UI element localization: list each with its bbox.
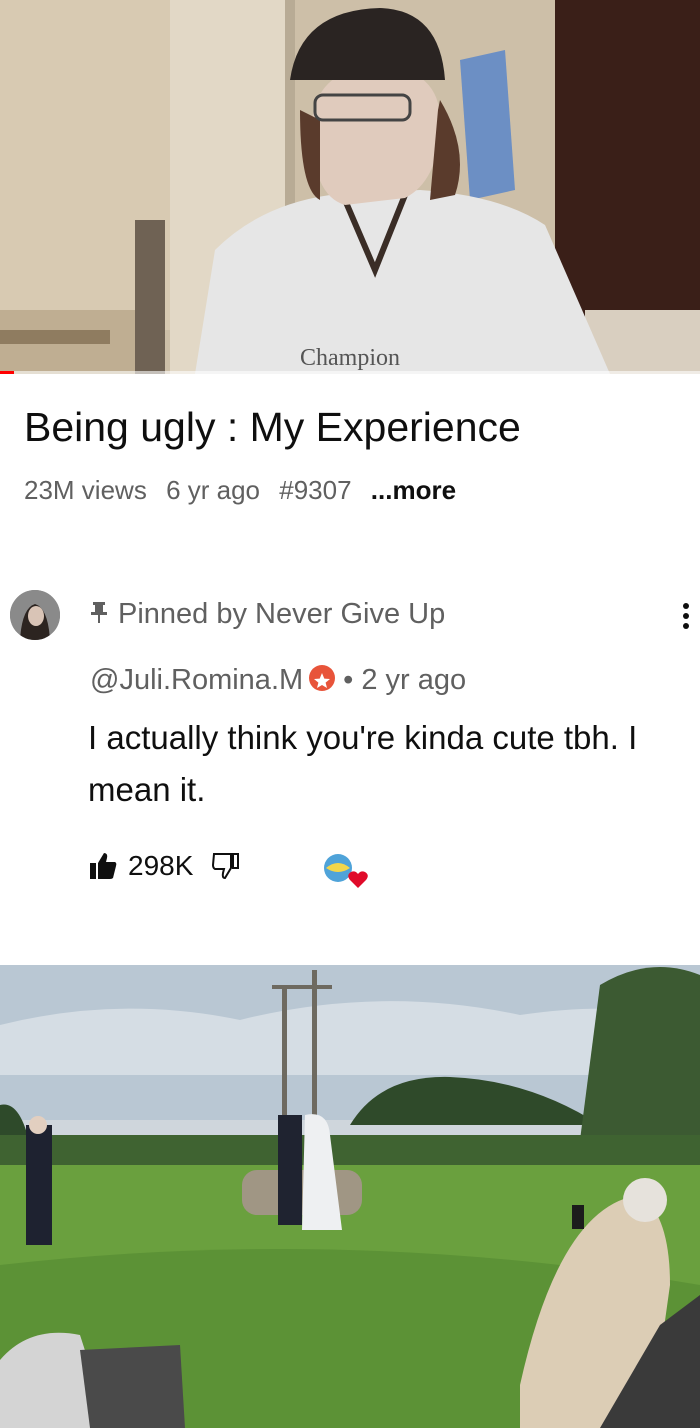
video-progress-bar[interactable] (0, 371, 700, 374)
pinned-label-row: Pinned by Never Give Up (90, 596, 445, 632)
trending-rank[interactable]: #9307 (279, 475, 351, 505)
comment-text: I actually think you're kinda cute tbh. … (88, 719, 638, 808)
svg-text:Champion: Champion (300, 345, 400, 371)
pin-icon (91, 602, 107, 623)
comment-author[interactable]: @Juli.Romina.M (90, 664, 303, 696)
pinned-label: Pinned by Never Give Up (118, 598, 446, 630)
member-badge-icon (309, 665, 336, 692)
video-player[interactable]: Champion (0, 0, 700, 374)
more-button[interactable]: ...more (371, 475, 456, 505)
dislike-icon[interactable] (211, 851, 241, 881)
comment-actions: 298K (88, 850, 241, 894)
video-meta: 23M views 6 yr ago #9307 ...more (24, 474, 468, 506)
upload-age: 6 yr ago (166, 475, 261, 505)
comment-author-row: @Juli.Romina.M • 2 yr ago (90, 660, 466, 700)
video-frame: Champion (0, 0, 700, 374)
like-icon[interactable] (88, 851, 118, 881)
comment-age: • 2 yr ago (343, 664, 467, 696)
more-vert-icon[interactable] (676, 596, 696, 636)
like-count: 298K (128, 850, 194, 881)
wedding-photo (0, 965, 700, 1428)
creator-heart-icon (320, 850, 372, 890)
avatar-image (10, 590, 60, 640)
commenter-avatar[interactable] (10, 590, 60, 640)
video-progress-fill (0, 371, 14, 374)
video-title: Being ugly : My Experience (24, 404, 521, 450)
view-count: 23M views (24, 475, 147, 505)
